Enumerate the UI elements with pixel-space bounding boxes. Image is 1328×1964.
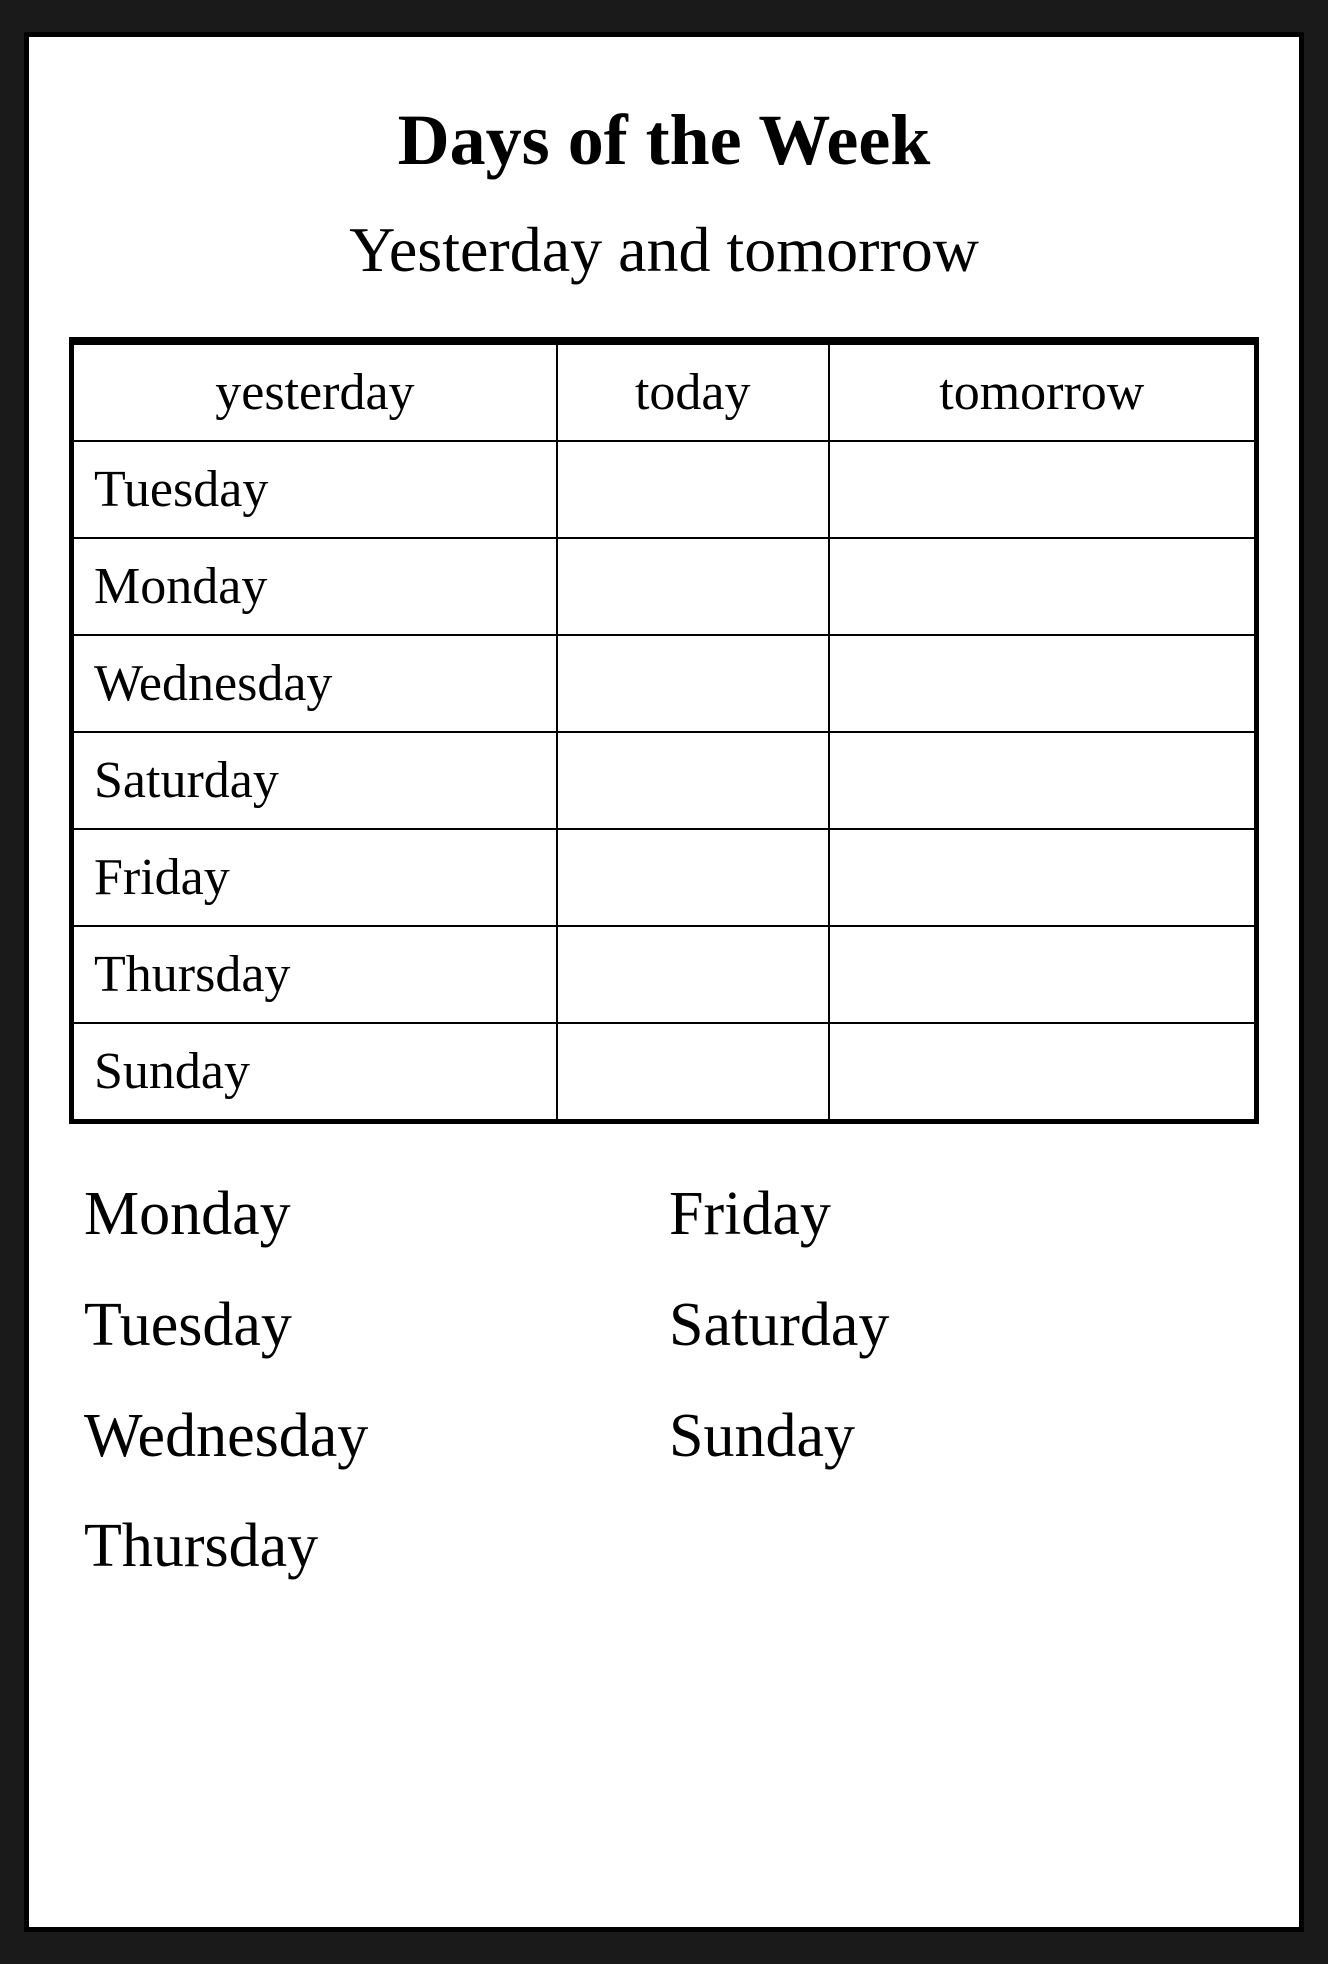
col-tomorrow: tomorrow — [829, 344, 1255, 441]
days-table: yesterday today tomorrow TuesdayMondayWe… — [72, 343, 1256, 1121]
cell-today-2 — [557, 635, 829, 732]
page: Days of the Week Yesterday and tomorrow … — [24, 32, 1304, 1932]
cell-today-4 — [557, 829, 829, 926]
cell-tomorrow-2 — [829, 635, 1255, 732]
col-yesterday: yesterday — [73, 344, 557, 441]
cell-today-5 — [557, 926, 829, 1023]
cell-tomorrow-3 — [829, 732, 1255, 829]
bottom-right-item-2: Saturday — [664, 1275, 894, 1376]
cell-yesterday-4: Friday — [73, 829, 557, 926]
main-title: Days of the Week — [89, 97, 1239, 183]
cell-tomorrow-0 — [829, 441, 1255, 538]
table-row: Monday — [73, 538, 1255, 635]
bottom-right: Friday Saturday Sunday — [664, 1164, 1249, 1596]
cell-tomorrow-4 — [829, 829, 1255, 926]
bottom-left-item-1: Monday — [79, 1164, 664, 1265]
table-row: Tuesday — [73, 441, 1255, 538]
cell-yesterday-5: Thursday — [73, 926, 557, 1023]
table-row: Friday — [73, 829, 1255, 926]
cell-today-3 — [557, 732, 829, 829]
bottom-left-item-4: Thursday — [79, 1496, 664, 1597]
table-section: yesterday today tomorrow TuesdayMondayWe… — [69, 340, 1259, 1124]
table-row: Saturday — [73, 732, 1255, 829]
bottom-right-item-1: Friday — [664, 1164, 836, 1265]
bottom-section: Monday Tuesday Wednesday Thursday Friday… — [69, 1144, 1259, 1616]
cell-today-0 — [557, 441, 829, 538]
table-row: Sunday — [73, 1023, 1255, 1120]
cell-yesterday-6: Sunday — [73, 1023, 557, 1120]
cell-yesterday-3: Saturday — [73, 732, 557, 829]
cell-yesterday-1: Monday — [73, 538, 557, 635]
cell-yesterday-2: Wednesday — [73, 635, 557, 732]
bottom-left-item-2: Tuesday — [79, 1275, 664, 1376]
col-today: today — [557, 344, 829, 441]
subtitle: Yesterday and tomorrow — [89, 213, 1239, 287]
header-section: Days of the Week Yesterday and tomorrow — [69, 67, 1259, 340]
cell-tomorrow-1 — [829, 538, 1255, 635]
bottom-left: Monday Tuesday Wednesday Thursday — [79, 1164, 664, 1596]
table-header-row: yesterday today tomorrow — [73, 344, 1255, 441]
table-body: TuesdayMondayWednesdaySaturdayFridayThur… — [73, 441, 1255, 1120]
cell-tomorrow-5 — [829, 926, 1255, 1023]
bottom-left-item-3: Wednesday — [79, 1386, 664, 1487]
cell-today-6 — [557, 1023, 829, 1120]
table-row: Wednesday — [73, 635, 1255, 732]
table-row: Thursday — [73, 926, 1255, 1023]
cell-today-1 — [557, 538, 829, 635]
cell-yesterday-0: Tuesday — [73, 441, 557, 538]
cell-tomorrow-6 — [829, 1023, 1255, 1120]
bottom-right-item-3: Sunday — [664, 1386, 860, 1487]
